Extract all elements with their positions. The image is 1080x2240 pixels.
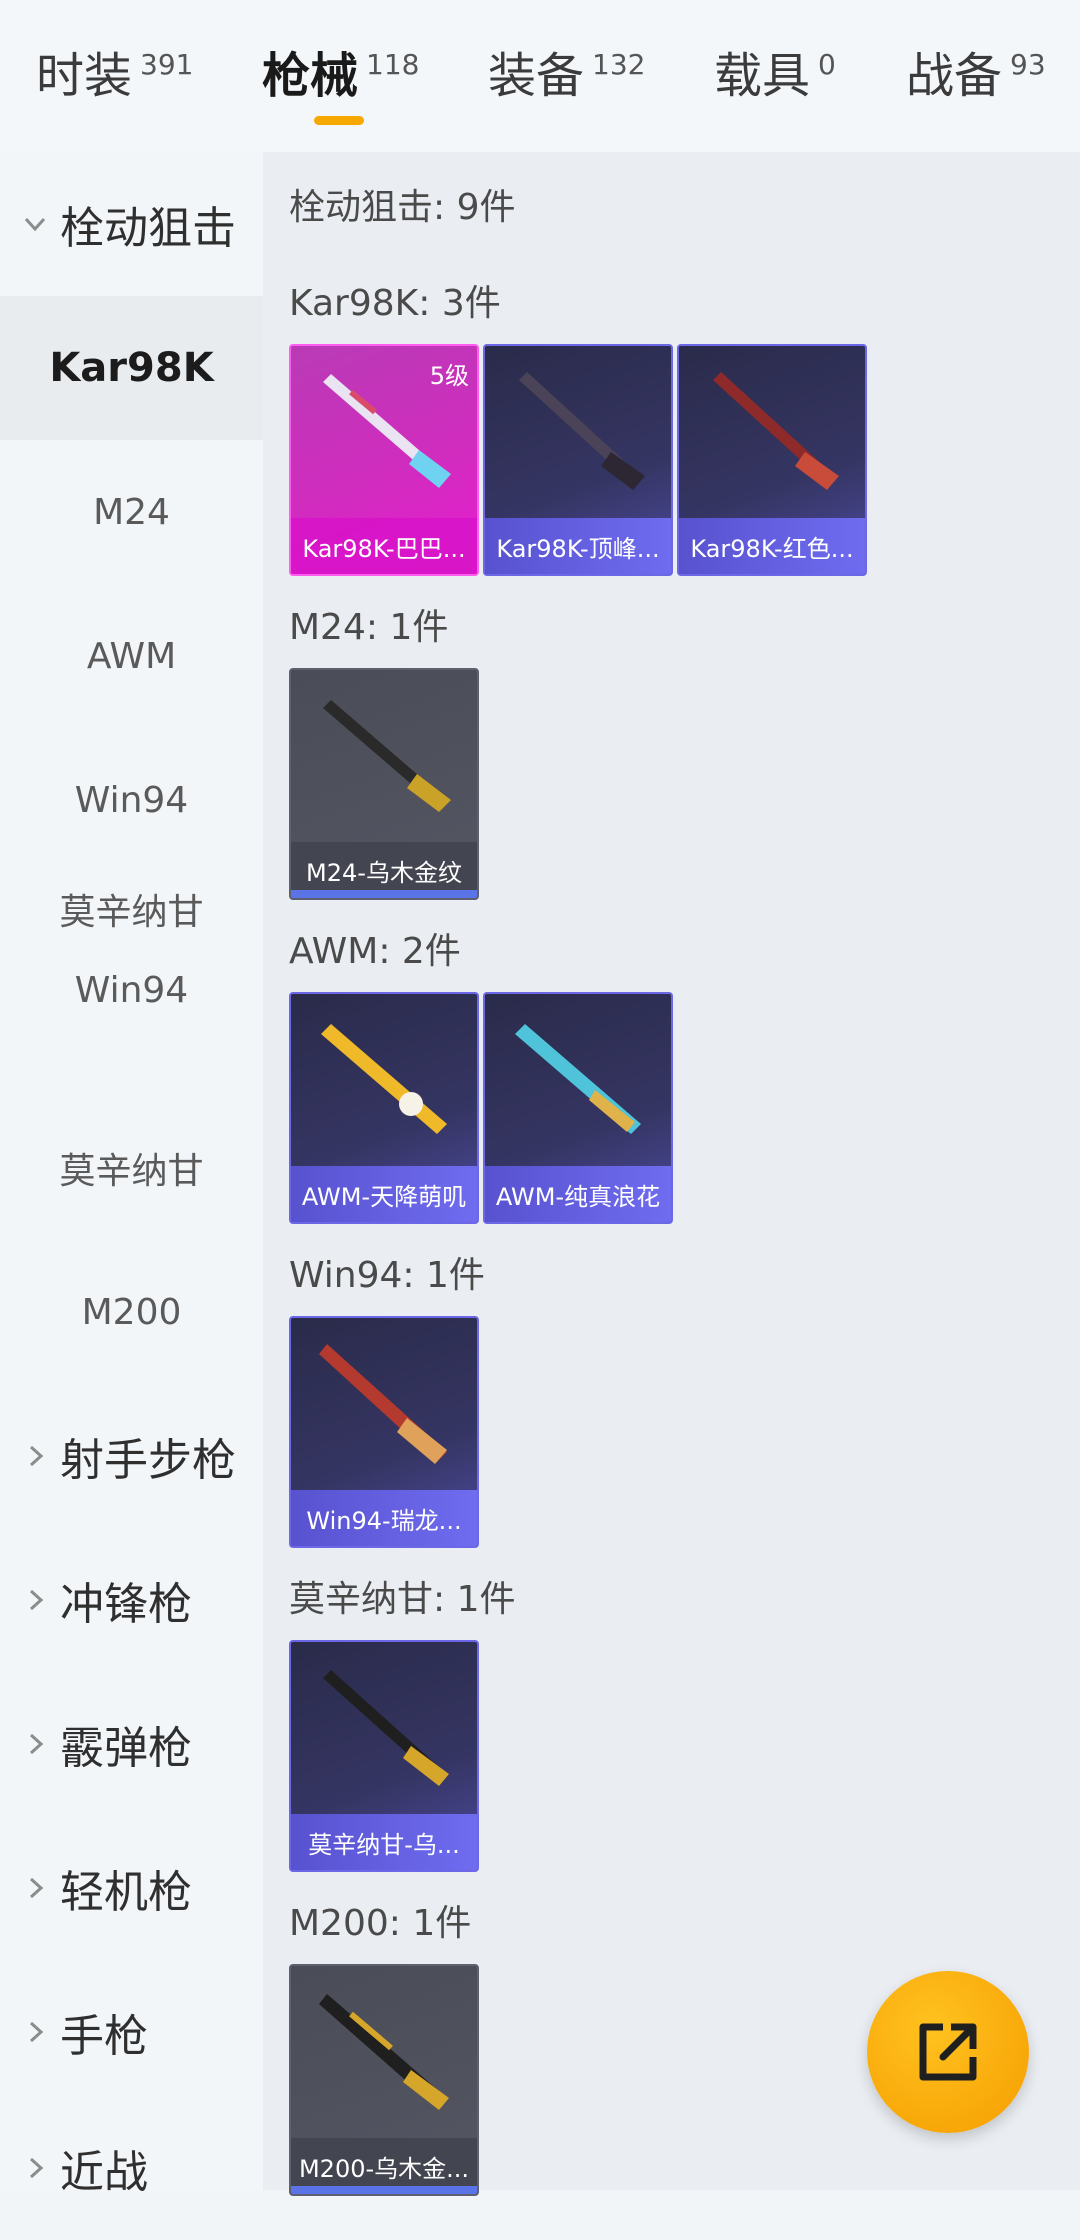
skin-name: 莫辛纳甘-乌... bbox=[291, 1814, 477, 1870]
sidebar-item-label: Win94 bbox=[74, 970, 189, 1011]
skin-card[interactable]: Kar98K-顶峰... bbox=[483, 344, 673, 576]
sidebar-item-mosin[interactable]: 莫辛纳甘 bbox=[0, 1096, 263, 1240]
sidebar-item-awm[interactable]: AWM bbox=[0, 584, 263, 728]
sidebar-group-label: 近战 bbox=[60, 2147, 148, 2198]
tab-label: 装备 bbox=[488, 48, 585, 104]
tab-count: 118 bbox=[366, 48, 420, 81]
skin-card[interactable]: M200-乌木金... bbox=[289, 1964, 479, 2196]
tab-label: 枪械 bbox=[262, 48, 359, 104]
sidebar-group-pistol[interactable]: 手枪 bbox=[0, 1960, 263, 2104]
rifle-skin-icon bbox=[515, 1024, 641, 1134]
skin-name: Kar98K-巴巴... bbox=[291, 518, 477, 574]
sidebar-group-label: 栓动狙击 bbox=[60, 203, 236, 254]
sidebar-group-melee[interactable]: 近战 bbox=[0, 2096, 263, 2240]
rifle-skin-icon bbox=[319, 1344, 447, 1464]
tab-fashion[interactable]: 时装 391 bbox=[36, 40, 193, 112]
sidebar-item-win94[interactable]: Win94 bbox=[0, 728, 263, 872]
category-tabs: 时装 391 枪械 118 装备 132 载具 0 战备 93 bbox=[0, 0, 1080, 152]
active-tab-indicator bbox=[314, 116, 364, 125]
skin-card[interactable]: AWM-纯真浪花 bbox=[483, 992, 673, 1224]
tab-count: 132 bbox=[592, 48, 646, 81]
skin-name: Win94-瑞龙... bbox=[291, 1490, 477, 1546]
rifle-skin-icon bbox=[319, 1994, 449, 2110]
sidebar-group-bolt-sniper[interactable]: 栓动狙击 bbox=[0, 152, 263, 296]
sidebar-group-label: 冲锋枪 bbox=[60, 1579, 192, 1630]
skin-name: Kar98K-顶峰... bbox=[485, 518, 671, 574]
share-button[interactable] bbox=[867, 1971, 1029, 2133]
rarity-strip bbox=[291, 890, 477, 898]
sidebar-item-m200[interactable]: M200 bbox=[0, 1240, 263, 1384]
skin-name: AWM-纯真浪花 bbox=[485, 1166, 671, 1222]
chevron-right-icon bbox=[24, 2157, 46, 2179]
skin-card[interactable]: Win94-瑞龙... bbox=[289, 1316, 479, 1548]
tab-label: 载具 bbox=[714, 48, 811, 104]
sidebar-item-label: AWM bbox=[86, 635, 177, 677]
section-title: Kar98K: 3件 bbox=[289, 283, 501, 324]
section-title: AWM: 2件 bbox=[289, 931, 461, 972]
skin-name: Kar98K-红色... bbox=[679, 518, 865, 574]
share-icon bbox=[919, 2023, 977, 2081]
skin-card[interactable]: Kar98K-红色... bbox=[677, 344, 867, 576]
sidebar-group-shotgun[interactable]: 霰弹枪 bbox=[0, 1672, 263, 1816]
tab-label: 时装 bbox=[36, 48, 133, 104]
chevron-right-icon bbox=[24, 2021, 46, 2043]
sidebar-group-label: 轻机枪 bbox=[60, 1867, 192, 1918]
tab-vehicles[interactable]: 载具 0 bbox=[714, 40, 836, 112]
sidebar-group-label: 射手步枪 bbox=[60, 1435, 236, 1486]
skin-list: 栓动狙击: 9件 Kar98K: 3件 5级 Kar98K-巴巴... Kar9… bbox=[263, 152, 1080, 2196]
skin-name: AWM-天降萌叽 bbox=[291, 1166, 477, 1222]
sidebar-item-label: Kar98K bbox=[49, 345, 214, 391]
skin-card[interactable]: AWM-天降萌叽 bbox=[289, 992, 479, 1224]
sidebar-item-m24[interactable]: M24 bbox=[0, 440, 263, 584]
sidebar-group-lmg[interactable]: 轻机枪 bbox=[0, 1816, 263, 1960]
tab-count: 0 bbox=[818, 48, 836, 81]
sidebar-group-label: 手枪 bbox=[60, 2011, 148, 2062]
chevron-right-icon bbox=[24, 1877, 46, 1899]
tab-count: 93 bbox=[1010, 48, 1046, 81]
sidebar-group-dmr[interactable]: 射手步枪 bbox=[0, 1384, 263, 1528]
skin-card[interactable]: M24-乌木金纹 bbox=[289, 668, 479, 900]
chevron-right-icon bbox=[24, 1733, 46, 1755]
sidebar-group-smg[interactable]: 冲锋枪 bbox=[0, 1528, 263, 1672]
weapon-category-sidebar: 栓动狙击 Kar98K M24 AWM Win94 莫辛纳甘 Win94 莫辛纳… bbox=[0, 152, 263, 2198]
level-badge: 5级 bbox=[429, 362, 469, 390]
category-summary: 栓动狙击: 9件 bbox=[289, 187, 516, 228]
chevron-right-icon bbox=[24, 1445, 46, 1467]
rifle-skin-icon bbox=[323, 700, 451, 812]
sidebar-item-kar98k[interactable]: Kar98K bbox=[0, 296, 263, 440]
sidebar-item-label: Win94 bbox=[74, 779, 189, 821]
section-title: 莫辛纳甘: 1件 bbox=[289, 1579, 516, 1620]
rifle-skin-icon bbox=[713, 372, 839, 490]
skin-card[interactable]: 5级 Kar98K-巴巴... bbox=[289, 344, 479, 576]
rarity-strip bbox=[291, 2186, 477, 2194]
sidebar-item-mosin-win94[interactable]: 莫辛纳甘 Win94 bbox=[0, 872, 263, 1032]
chevron-right-icon bbox=[24, 1589, 46, 1611]
tab-supplies[interactable]: 战备 93 bbox=[906, 40, 1046, 112]
sidebar-group-label: 霰弹枪 bbox=[60, 1723, 192, 1774]
tab-guns[interactable]: 枪械 118 bbox=[262, 40, 419, 112]
chevron-down-icon bbox=[24, 213, 46, 235]
sidebar-item-label: 莫辛纳甘 bbox=[59, 892, 204, 933]
rifle-skin-icon bbox=[321, 1024, 447, 1134]
tab-equipment[interactable]: 装备 132 bbox=[488, 40, 645, 112]
tab-label: 战备 bbox=[906, 48, 1003, 104]
rifle-skin-icon bbox=[323, 1670, 449, 1786]
sidebar-item-label: M24 bbox=[93, 491, 170, 533]
skin-card[interactable]: 莫辛纳甘-乌... bbox=[289, 1640, 479, 1872]
rifle-skin-icon bbox=[519, 372, 645, 490]
sidebar-item-label: M200 bbox=[81, 1291, 182, 1333]
section-title: Win94: 1件 bbox=[289, 1255, 485, 1296]
section-title: M200: 1件 bbox=[289, 1903, 472, 1944]
tab-count: 391 bbox=[140, 48, 194, 81]
sidebar-item-label: 莫辛纳甘 bbox=[59, 1151, 204, 1192]
section-title: M24: 1件 bbox=[289, 607, 449, 648]
